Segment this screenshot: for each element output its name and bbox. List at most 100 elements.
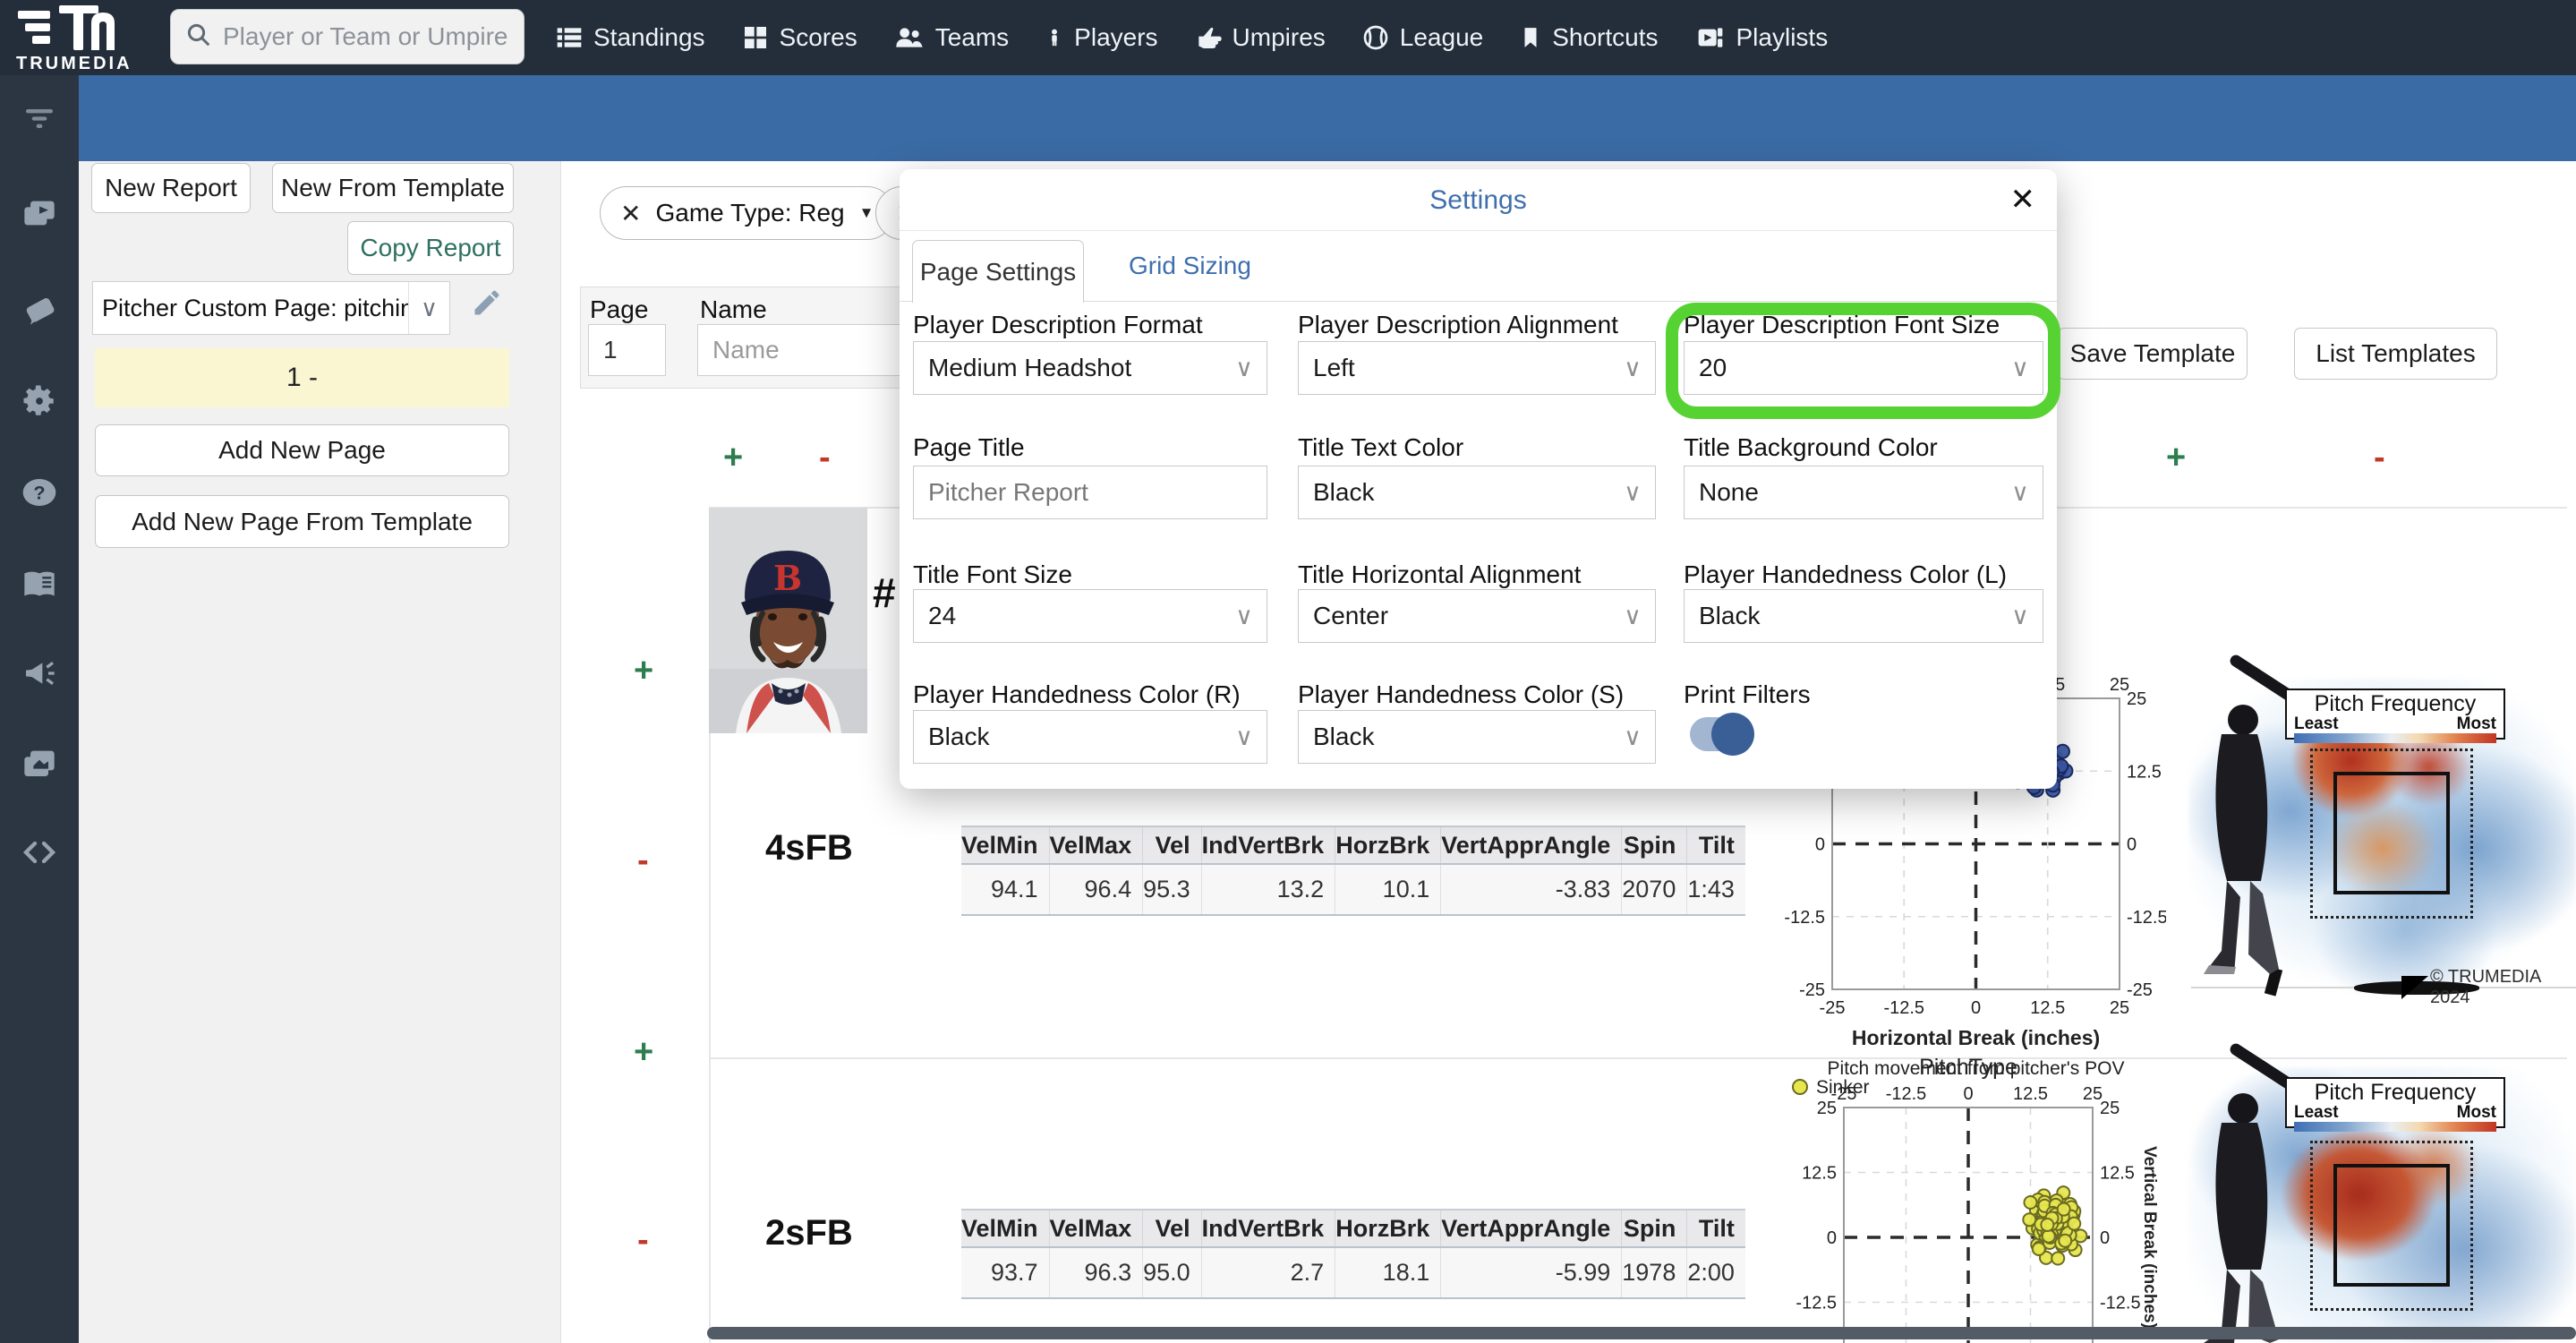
caret-down-icon: ▼ — [858, 204, 874, 221]
remove-column-button[interactable]: - — [819, 441, 831, 475]
player-handedness-color-r-select[interactable]: Black ∨ — [913, 710, 1267, 764]
trumedia-logo-icon[interactable]: TRUMEDIA — [14, 4, 158, 73]
tab-grid-sizing[interactable]: Grid Sizing — [1129, 252, 1251, 280]
add-column-button[interactable]: + — [2166, 441, 2186, 475]
chevron-down-icon: ∨ — [1624, 478, 1642, 506]
nav-item-label: Umpires — [1232, 23, 1326, 51]
new-from-template-button[interactable]: New From Template — [272, 163, 514, 213]
pitch-movement-plot: -25-25-25-12.5-12.5-12.500012.512.512.52… — [1777, 1055, 2162, 1343]
global-search[interactable] — [170, 9, 525, 64]
nav-item-playlists[interactable]: Playlists — [1694, 23, 1828, 52]
svg-text:-25: -25 — [1799, 980, 1825, 1000]
title-background-color-select[interactable]: None ∨ — [1684, 466, 2043, 519]
remove-row-button[interactable]: - — [637, 843, 649, 877]
filter-icon[interactable] — [0, 93, 79, 143]
nav-item-shortcuts[interactable]: Shortcuts — [1519, 23, 1659, 52]
copy-report-button[interactable]: Copy Report — [347, 221, 514, 275]
field-value: Left — [1313, 354, 1355, 381]
pitch-stats-table-2sFB: VelMin VelMax Vel IndVertBrk HorzBrk VertAppr… — [961, 1209, 1745, 1299]
svg-text:12.5: 12.5 — [2100, 1164, 2135, 1184]
field-value: Center — [1313, 602, 1389, 629]
player-description-format-select[interactable]: Medium Headshot ∨ — [913, 341, 1267, 395]
add-row-button[interactable]: + — [634, 1035, 653, 1069]
field-label: Title Text Color — [1298, 433, 1464, 461]
nav-item-umpires[interactable]: Umpires — [1194, 23, 1326, 52]
field-label: Player Description Alignment — [1298, 311, 1618, 338]
tab-page-settings[interactable]: Page Settings — [912, 240, 1084, 303]
legend-gradient-bar — [2294, 1122, 2496, 1133]
player-handedness-color-s-select[interactable]: Black ∨ — [1298, 710, 1656, 764]
gear-icon[interactable] — [0, 376, 79, 426]
help-icon[interactable]: ? — [0, 467, 79, 518]
list-templates-button[interactable]: List Templates — [2294, 328, 2497, 380]
pitch-frequency-legend: Pitch Frequency Least Most — [2285, 689, 2505, 744]
title-horizontal-alignment-select[interactable]: Center ∨ — [1298, 589, 1656, 643]
stat-value: 18.1 — [1335, 1247, 1441, 1298]
playlist-icon — [1694, 23, 1727, 52]
chevron-down-icon: ∨ — [408, 282, 449, 334]
book-icon[interactable] — [0, 559, 79, 609]
report-selector-dropdown[interactable]: Pitcher Custom Page: pitching -... ∨ — [92, 281, 450, 335]
svg-text:25: 25 — [2083, 1084, 2103, 1104]
svg-text:Vertical Break (inches): Vertical Break (inches) — [2140, 1146, 2159, 1329]
svg-text:0: 0 — [1827, 1228, 1837, 1248]
nav-item-standings[interactable]: Standings — [555, 23, 705, 52]
col-header: VelMin — [961, 826, 1050, 865]
title-font-size-select[interactable]: 24 ∨ — [913, 589, 1267, 643]
field-player-description-font-size: Player Description Font Size 20 ∨ — [1684, 311, 2043, 395]
field-value: None — [1699, 478, 1759, 506]
pitch-type-label: 2sFB — [765, 1213, 853, 1253]
svg-text:25: 25 — [2110, 675, 2129, 695]
video-playlist-icon[interactable] — [0, 188, 79, 238]
stat-value: -3.83 — [1440, 864, 1622, 915]
col-header: Tilt — [1686, 1210, 1745, 1248]
title-text-color-select[interactable]: Black ∨ — [1298, 466, 1656, 519]
nav-item-scores[interactable]: Scores — [741, 23, 857, 52]
field-player-handedness-color-l: Player Handedness Color (L) Black ∨ — [1684, 560, 2043, 643]
divider — [900, 230, 2057, 231]
search-input[interactable] — [223, 22, 509, 51]
player-description-font-size-select[interactable]: 20 ∨ — [1684, 341, 2043, 395]
code-icon[interactable] — [0, 827, 79, 877]
trumedia-watermark: © TRUMEDIA 2024 — [2401, 967, 2576, 1008]
remove-row-button[interactable]: - — [637, 1223, 649, 1257]
notes-tag-icon[interactable] — [0, 285, 79, 335]
legend-most: Most — [2456, 1103, 2496, 1123]
player-description-alignment-select[interactable]: Left ∨ — [1298, 341, 1656, 395]
col-header: VelMax — [1048, 826, 1143, 865]
col-header: Spin — [1621, 826, 1687, 865]
svg-text:PitchType: PitchType — [1919, 1055, 2017, 1080]
page-title-input[interactable]: Pitcher Report — [913, 466, 1267, 519]
field-value: 24 — [928, 602, 957, 629]
page-selector-badge[interactable]: 1 - — [95, 348, 509, 407]
add-column-button[interactable]: + — [723, 441, 743, 475]
nav-item-league[interactable]: League — [1361, 23, 1483, 52]
field-print-filters: Print Filters — [1684, 680, 2043, 756]
svg-text:0: 0 — [2100, 1228, 2110, 1248]
add-new-page-button[interactable]: Add New Page — [95, 424, 509, 476]
new-report-button[interactable]: New Report — [91, 163, 251, 213]
image-stack-icon[interactable] — [0, 738, 79, 788]
player-handedness-color-l-select[interactable]: Black ∨ — [1684, 589, 2043, 643]
nav-item-teams[interactable]: Teams — [893, 23, 1009, 52]
print-filters-toggle[interactable] — [1690, 713, 1754, 756]
stat-value: 2070 — [1621, 864, 1687, 915]
filter-chip-game-type[interactable]: ✕ Game Type: Reg ▼ — [600, 186, 895, 240]
svg-text:25: 25 — [1817, 1099, 1837, 1118]
svg-text:12.5: 12.5 — [1802, 1164, 1837, 1184]
app-root: TRUMEDIA Standings Scores Teams Players Umpi… — [0, 0, 2576, 1343]
page-number-input[interactable] — [588, 324, 666, 376]
save-template-button[interactable]: Save Template — [2058, 328, 2248, 380]
chevron-down-icon: ∨ — [2011, 354, 2029, 381]
nav-item-players[interactable]: Players — [1045, 23, 1158, 52]
nav-item-label: Scores — [779, 23, 857, 51]
field-player-handedness-color-r: Player Handedness Color (R) Black ∨ — [913, 680, 1267, 764]
edit-report-pencil-icon[interactable] — [471, 287, 503, 323]
add-row-button[interactable]: + — [634, 654, 653, 688]
remove-column-button[interactable]: - — [2374, 441, 2385, 475]
megaphone-icon[interactable] — [0, 648, 79, 698]
close-icon[interactable]: ✕ — [2010, 182, 2036, 218]
add-new-page-from-template-button[interactable]: Add New Page From Template — [95, 495, 509, 548]
remove-filter-icon[interactable]: ✕ — [620, 199, 641, 228]
horizontal-scrollbar-thumb[interactable] — [707, 1327, 2576, 1339]
